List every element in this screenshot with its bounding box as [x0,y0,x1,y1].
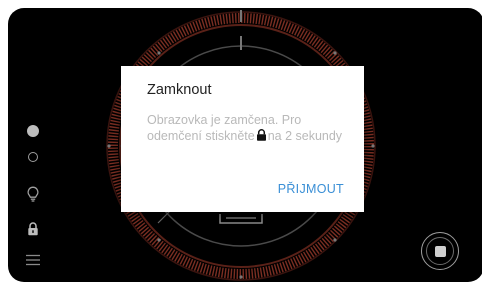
stop-icon [434,245,446,257]
stop-button-ring [426,237,454,265]
lock-icon [256,128,267,146]
dialog-title: Zamknout [147,82,212,98]
menu-icon [26,254,40,266]
sidebar-item-menu[interactable] [24,251,42,269]
sidebar-item-circle[interactable] [24,148,42,166]
lightbulb-icon [27,186,39,202]
dialog-message: Obrazovka je zamčena. Pro odemčení stisk… [147,113,352,145]
sidebar-item-light[interactable] [24,185,42,203]
dialog-message-part2: na 2 sekundy [267,128,343,143]
circle-outline-icon [28,152,38,162]
record-dot-icon [27,125,39,137]
lock-icon [28,222,38,236]
stop-button[interactable] [421,232,459,270]
sidebar-item-record[interactable] [24,122,42,140]
lock-dialog: Zamknout Obrazovka je zamčena. Pro odemč… [121,66,364,212]
accept-button[interactable]: PŘIJMOUT [278,182,344,196]
sidebar-item-lock[interactable] [24,220,42,238]
